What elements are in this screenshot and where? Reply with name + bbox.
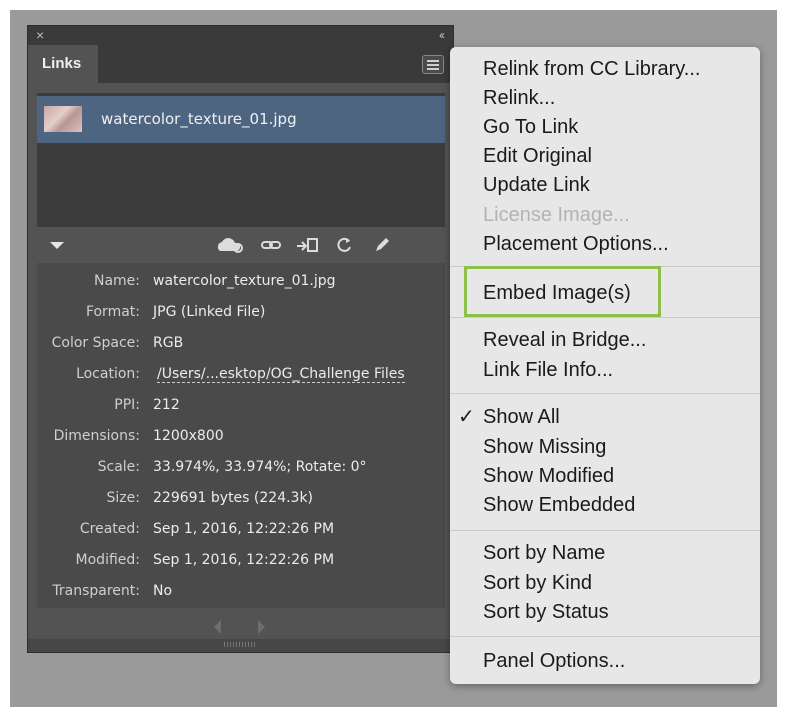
link-info: Name: watercolor_texture_01.jpg Format: … [37,263,445,608]
menu-item-go-to-link[interactable]: Go To Link [483,115,578,139]
edit-original-icon[interactable] [372,235,392,262]
info-label: Scale: [97,459,140,475]
menu-item-sort-by-kind[interactable]: Sort by Kind [483,571,592,595]
relink-icon[interactable] [260,235,282,262]
menu-item-relink-from-cc-library[interactable]: Relink from CC Library... [483,57,700,81]
info-label: Transparent: [52,583,140,599]
disclosure-triangle-icon[interactable] [50,242,64,249]
cc-library-relink-icon[interactable] [216,235,246,262]
thumbnail-image [44,106,82,132]
menu-separator [450,317,760,318]
menu-item-update-link[interactable]: Update Link [483,173,590,197]
info-row-location: Location: /Users/...esktop/OG_Challenge … [37,360,445,391]
menu-item-show-embedded[interactable]: Show Embedded [483,493,635,517]
info-value: Sep 1, 2016, 12:22:26 PM [153,552,335,568]
menu-separator [450,636,760,637]
hamburger-icon [427,60,439,62]
info-label: Created: [79,521,140,537]
menu-item-edit-original[interactable]: Edit Original [483,144,592,168]
info-value: 1200x800 [153,428,224,444]
menu-item-sort-by-name[interactable]: Sort by Name [483,541,605,565]
info-label: Color Space: [51,335,140,351]
info-row-color-space: Color Space: RGB [37,329,445,360]
menu-item-link-file-info[interactable]: Link File Info... [483,358,613,382]
menu-item-embed-images[interactable]: Embed Image(s) [483,281,631,305]
info-row-size: Size: 229691 bytes (224.3k) [37,484,445,515]
links-panel: × ‹‹ Links watercolor_texture_01.jpg Nam… [27,25,454,653]
menu-item-placement-options[interactable]: Placement Options... [483,232,669,256]
tab-links[interactable]: Links [28,45,98,83]
info-row-transparent: Transparent: No [37,577,445,608]
menu-separator [450,393,760,394]
links-toolbar [28,231,453,261]
info-label: Format: [85,304,140,320]
info-label: Name: [93,273,140,289]
info-value: watercolor_texture_01.jpg [153,273,336,289]
info-row-format: Format: JPG (Linked File) [37,298,445,329]
menu-item-relink[interactable]: Relink... [483,86,555,110]
info-value: No [153,583,173,599]
info-row-modified: Modified: Sep 1, 2016, 12:22:26 PM [37,546,445,577]
info-row-name: Name: watercolor_texture_01.jpg [37,267,445,298]
go-to-link-icon[interactable] [296,235,320,262]
menu-item-panel-options[interactable]: Panel Options... [483,649,625,673]
info-row-created: Created: Sep 1, 2016, 12:22:26 PM [37,515,445,546]
close-icon[interactable]: × [36,26,44,45]
info-value: 229691 bytes (224.3k) [153,490,314,506]
info-label: Location: [76,366,140,382]
panel-menu-button[interactable] [422,55,444,74]
info-label: Dimensions: [53,428,140,444]
menu-separator [450,530,760,531]
info-value: Sep 1, 2016, 12:22:26 PM [153,521,335,537]
info-value: 212 [153,397,180,413]
info-label: PPI: [114,397,140,413]
checkmark-icon: ✓ [458,406,475,428]
resize-grip-icon[interactable] [224,642,256,647]
menu-item-show-modified[interactable]: Show Modified [483,464,614,488]
info-row-scale: Scale: 33.974%, 33.974%; Rotate: 0° [37,453,445,484]
location-link[interactable]: /Users/...esktop/OG_Challenge Files [157,366,405,383]
info-label: Size: [106,490,140,506]
update-link-icon[interactable] [334,235,354,262]
menu-item-license-image: License Image... [483,204,630,226]
menu-item-show-all[interactable]: Show All [483,405,560,429]
menu-item-sort-by-status[interactable]: Sort by Status [483,600,609,624]
info-value: JPG (Linked File) [153,304,266,320]
info-value: RGB [153,335,184,351]
previous-link-icon[interactable] [214,620,221,634]
menu-item-show-missing[interactable]: Show Missing [483,435,606,459]
info-row-ppi: PPI: 212 [37,391,445,422]
link-filename: watercolor_texture_01.jpg [101,110,297,128]
list-item[interactable]: watercolor_texture_01.jpg [37,96,445,143]
tab-bar: Links [28,45,453,83]
panel-titlebar: × ‹‹ [28,26,453,45]
next-link-icon[interactable] [258,620,265,634]
info-label: Modified: [75,552,140,568]
panel-flyout-menu: Relink from CC Library... Relink... Go T… [450,47,760,684]
menu-item-reveal-in-bridge[interactable]: Reveal in Bridge... [483,328,646,352]
collapse-icon[interactable]: ‹‹ [439,26,445,45]
link-navigation [28,614,453,640]
links-list[interactable]: watercolor_texture_01.jpg [37,93,445,227]
info-value: 33.974%, 33.974%; Rotate: 0° [153,459,367,475]
info-row-dimensions: Dimensions: 1200x800 [37,422,445,453]
